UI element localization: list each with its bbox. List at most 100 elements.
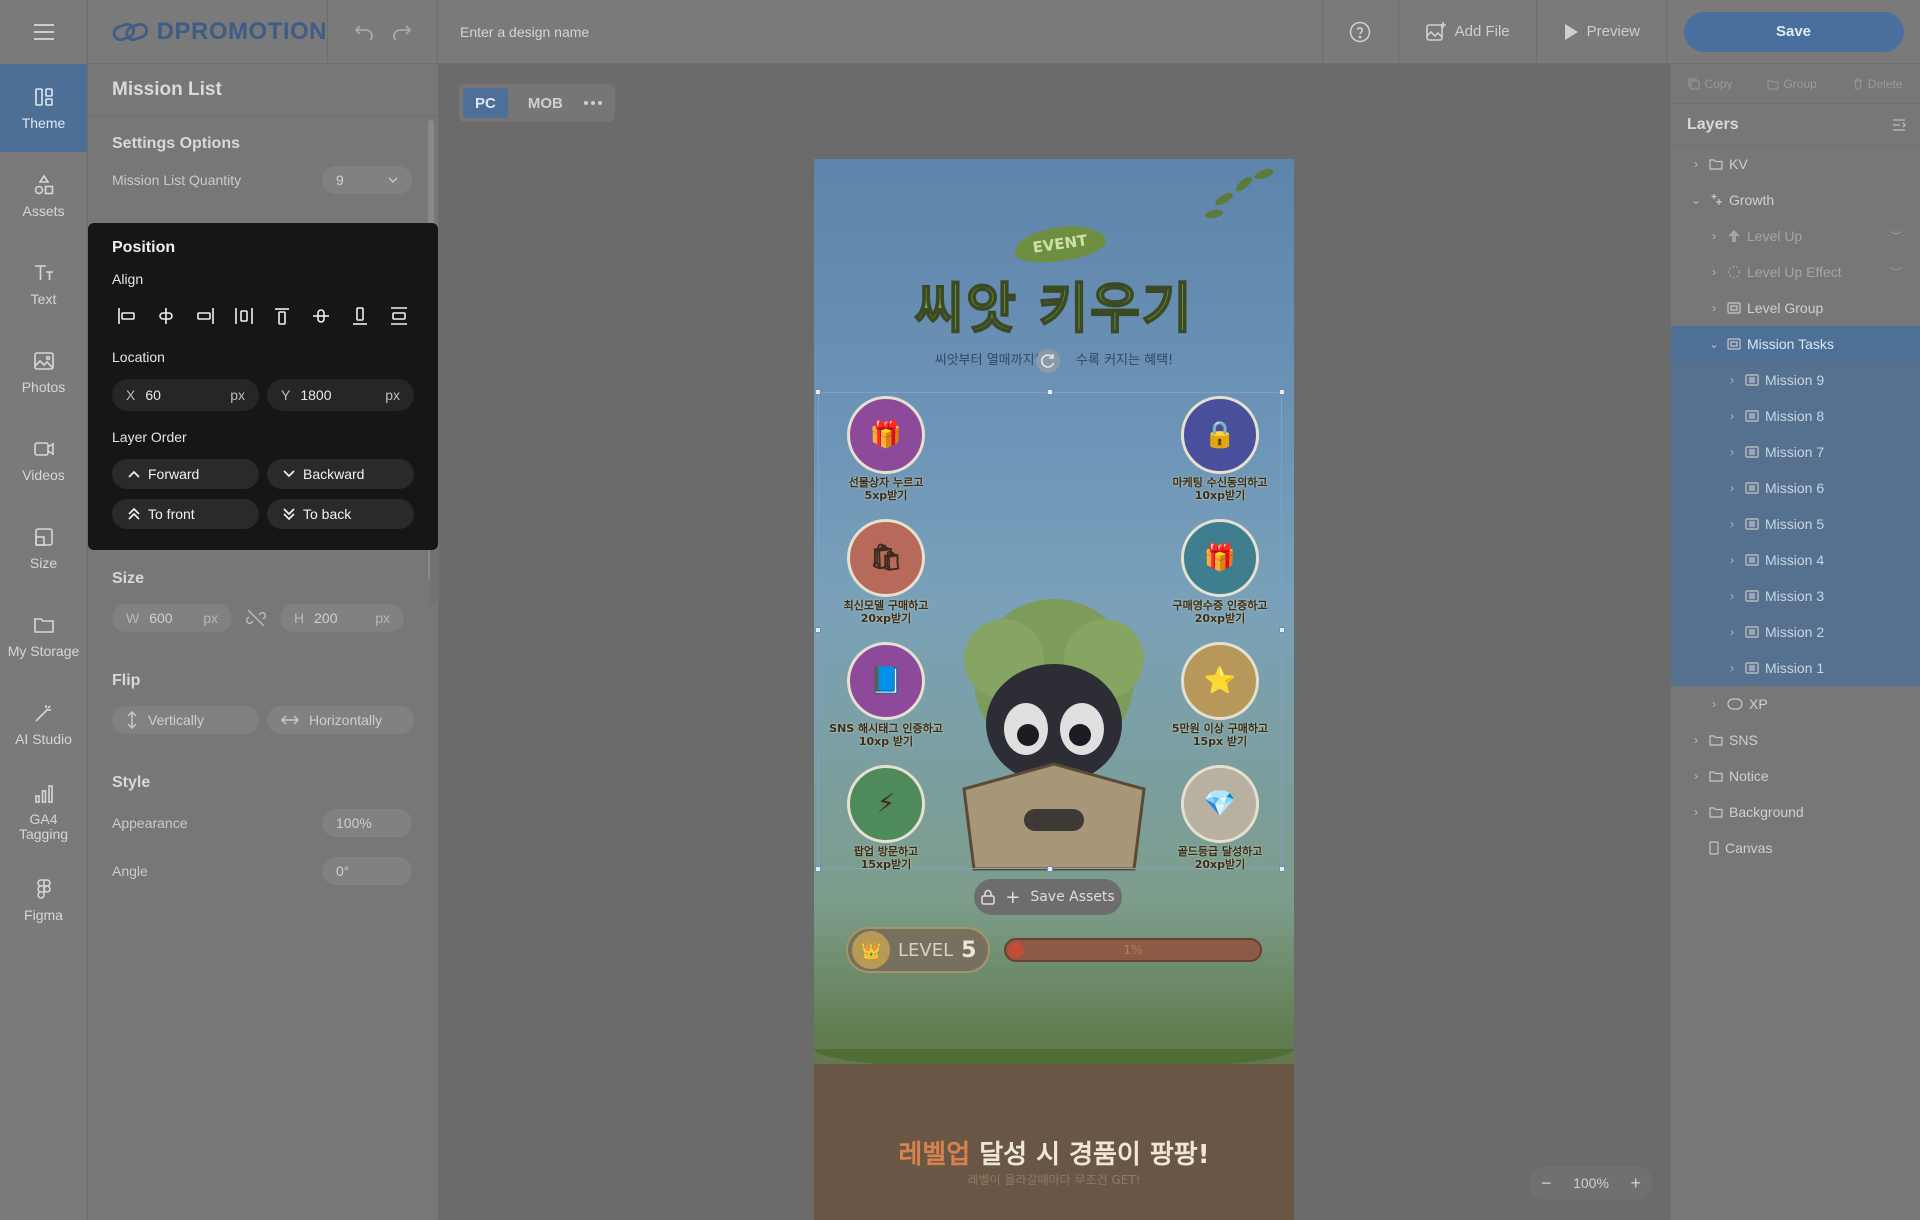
layer-row[interactable]: ⌄ Growth — [1671, 182, 1920, 218]
chevron-right-icon[interactable]: › — [1689, 733, 1703, 747]
distribute-horizontal-icon[interactable] — [229, 301, 259, 331]
layer-row[interactable]: › Level Group — [1671, 290, 1920, 326]
delete-button[interactable]: Delete — [1852, 77, 1902, 91]
chevron-right-icon[interactable]: › — [1707, 229, 1721, 243]
rail-item-videos[interactable]: Videos — [0, 416, 87, 504]
help-button[interactable] — [1321, 0, 1398, 64]
layer-row[interactable]: › KV — [1671, 146, 1920, 182]
rail-item-theme[interactable]: Theme — [0, 64, 87, 152]
more-icon[interactable] — [583, 100, 603, 106]
mission-item[interactable]: 🔒 마케팅 수신동의하고 10xp받기 — [1160, 396, 1280, 502]
mission-item[interactable]: 🎁 구매영수증 인증하고 20xp받기 — [1160, 519, 1280, 625]
device-pc-button[interactable]: PC — [463, 88, 508, 118]
width-field[interactable]: W 600 px — [112, 604, 232, 632]
layer-row[interactable]: › Level Up Effect ︶ — [1671, 254, 1920, 290]
to-back-button[interactable]: To back — [267, 499, 414, 529]
device-mob-button[interactable]: MOB — [516, 88, 575, 118]
mission-item[interactable]: 📘 SNS 해시태그 인증하고 10xp 받기 — [826, 642, 946, 748]
layer-row[interactable]: › Mission 3 — [1671, 578, 1920, 614]
group-button[interactable]: Group — [1767, 77, 1817, 91]
chevron-right-icon[interactable]: › — [1725, 553, 1739, 567]
chevron-right-icon[interactable]: › — [1725, 589, 1739, 603]
align-center-horizontal-icon[interactable] — [151, 301, 181, 331]
chevron-right-icon[interactable]: › — [1707, 265, 1721, 279]
chevron-right-icon[interactable]: › — [1689, 157, 1703, 171]
rail-item-ai-studio[interactable]: AI Studio — [0, 680, 87, 768]
resize-handle[interactable] — [1047, 866, 1053, 872]
mission-item[interactable]: 🛍 최신모델 구매하고 20xp받기 — [826, 519, 946, 625]
resize-handle[interactable] — [1047, 389, 1053, 395]
mission-list-quantity-select[interactable]: 9 — [322, 166, 412, 194]
mission-item[interactable]: ⚡ 팝업 방문하고 15xp받기 — [826, 765, 946, 871]
chevron-right-icon[interactable]: › — [1725, 409, 1739, 423]
rotate-handle[interactable] — [1036, 349, 1060, 373]
hamburger-menu-button[interactable] — [0, 0, 87, 64]
layer-row[interactable]: › XP — [1671, 686, 1920, 722]
chevron-right-icon[interactable]: › — [1725, 517, 1739, 531]
layer-row[interactable]: › Mission 2 — [1671, 614, 1920, 650]
chevron-down-icon[interactable]: ⌄ — [1689, 193, 1703, 207]
layer-row[interactable]: › Notice — [1671, 758, 1920, 794]
layer-row[interactable]: › Background — [1671, 794, 1920, 830]
chevron-right-icon[interactable]: › — [1707, 697, 1721, 711]
layer-row[interactable]: Canvas — [1671, 830, 1920, 866]
align-top-icon[interactable] — [267, 301, 297, 331]
zoom-out-icon[interactable]: − — [1541, 1173, 1552, 1194]
backward-button[interactable]: Backward — [267, 459, 414, 489]
copy-button[interactable]: Copy — [1688, 77, 1733, 91]
layer-row[interactable]: ⌄ Mission Tasks — [1671, 326, 1920, 362]
layer-row[interactable]: › Mission 8 — [1671, 398, 1920, 434]
align-left-icon[interactable] — [112, 301, 142, 331]
height-field[interactable]: H 200 px — [280, 604, 404, 632]
chevron-right-icon[interactable]: › — [1707, 301, 1721, 315]
layer-row[interactable]: › Level Up ︶ — [1671, 218, 1920, 254]
layer-row[interactable]: › SNS — [1671, 722, 1920, 758]
rail-item-photos[interactable]: Photos — [0, 328, 87, 416]
align-bottom-icon[interactable] — [345, 301, 375, 331]
chevron-right-icon[interactable]: › — [1725, 373, 1739, 387]
rail-item-figma[interactable]: Figma — [0, 856, 87, 944]
rail-item-text[interactable]: Text — [0, 240, 87, 328]
undo-icon[interactable] — [354, 24, 374, 40]
hidden-eye-icon[interactable]: ︶ — [1890, 228, 1902, 245]
save-assets-button[interactable]: + Save Assets — [974, 879, 1122, 915]
layer-row[interactable]: › Mission 9 — [1671, 362, 1920, 398]
layer-row[interactable]: › Mission 4 — [1671, 542, 1920, 578]
appearance-field[interactable]: 100% — [322, 809, 412, 837]
mission-item[interactable]: ⭐ 5만원 이상 구매하고 15px 받기 — [1160, 642, 1280, 748]
layer-row[interactable]: › Mission 6 — [1671, 470, 1920, 506]
artboard[interactable]: EVENT 씨앗 키우기 씨앗부터 열매까지! 수록 커지는 혜택! 🎁 선물상… — [814, 159, 1294, 1220]
preview-button[interactable]: Preview — [1535, 0, 1666, 64]
distribute-vertical-icon[interactable] — [384, 301, 414, 331]
resize-handle[interactable] — [815, 389, 821, 395]
y-position-field[interactable]: Y 1800 px — [267, 379, 414, 411]
resize-handle[interactable] — [1279, 389, 1285, 395]
layer-row[interactable]: › Mission 7 — [1671, 434, 1920, 470]
x-position-field[interactable]: X 60 px — [112, 379, 259, 411]
rail-item-size[interactable]: Size — [0, 504, 87, 592]
redo-icon[interactable] — [392, 24, 412, 40]
chevron-down-icon[interactable]: ⌄ — [1707, 337, 1721, 351]
chevron-right-icon[interactable]: › — [1725, 481, 1739, 495]
unlink-icon[interactable] — [240, 607, 272, 629]
layer-row[interactable]: › Mission 5 — [1671, 506, 1920, 542]
save-button[interactable]: Save — [1683, 11, 1904, 52]
resize-handle[interactable] — [1279, 627, 1285, 633]
collapse-all-icon[interactable] — [1892, 118, 1906, 131]
resize-handle[interactable] — [815, 866, 821, 872]
layer-row[interactable]: › Mission 1 — [1671, 650, 1920, 686]
rail-item-my-storage[interactable]: My Storage — [0, 592, 87, 680]
add-file-button[interactable]: Add File — [1397, 0, 1536, 64]
flip-vertical-button[interactable]: Vertically — [112, 706, 259, 734]
design-name-input[interactable] — [460, 23, 860, 40]
align-middle-vertical-icon[interactable] — [306, 301, 336, 331]
align-right-icon[interactable] — [190, 301, 220, 331]
angle-field[interactable]: 0° — [322, 857, 412, 885]
flip-horizontal-button[interactable]: Horizontally — [267, 706, 414, 734]
to-front-button[interactable]: To front — [112, 499, 259, 529]
brand-logo[interactable]: DPROMOTION — [88, 0, 328, 64]
chevron-right-icon[interactable]: › — [1725, 625, 1739, 639]
mission-item[interactable]: 💎 골드등급 달성하고 20xp받기 — [1160, 765, 1280, 871]
zoom-in-icon[interactable]: + — [1630, 1173, 1641, 1194]
mission-item[interactable]: 🎁 선물상자 누르고 5xp받기 — [826, 396, 946, 502]
